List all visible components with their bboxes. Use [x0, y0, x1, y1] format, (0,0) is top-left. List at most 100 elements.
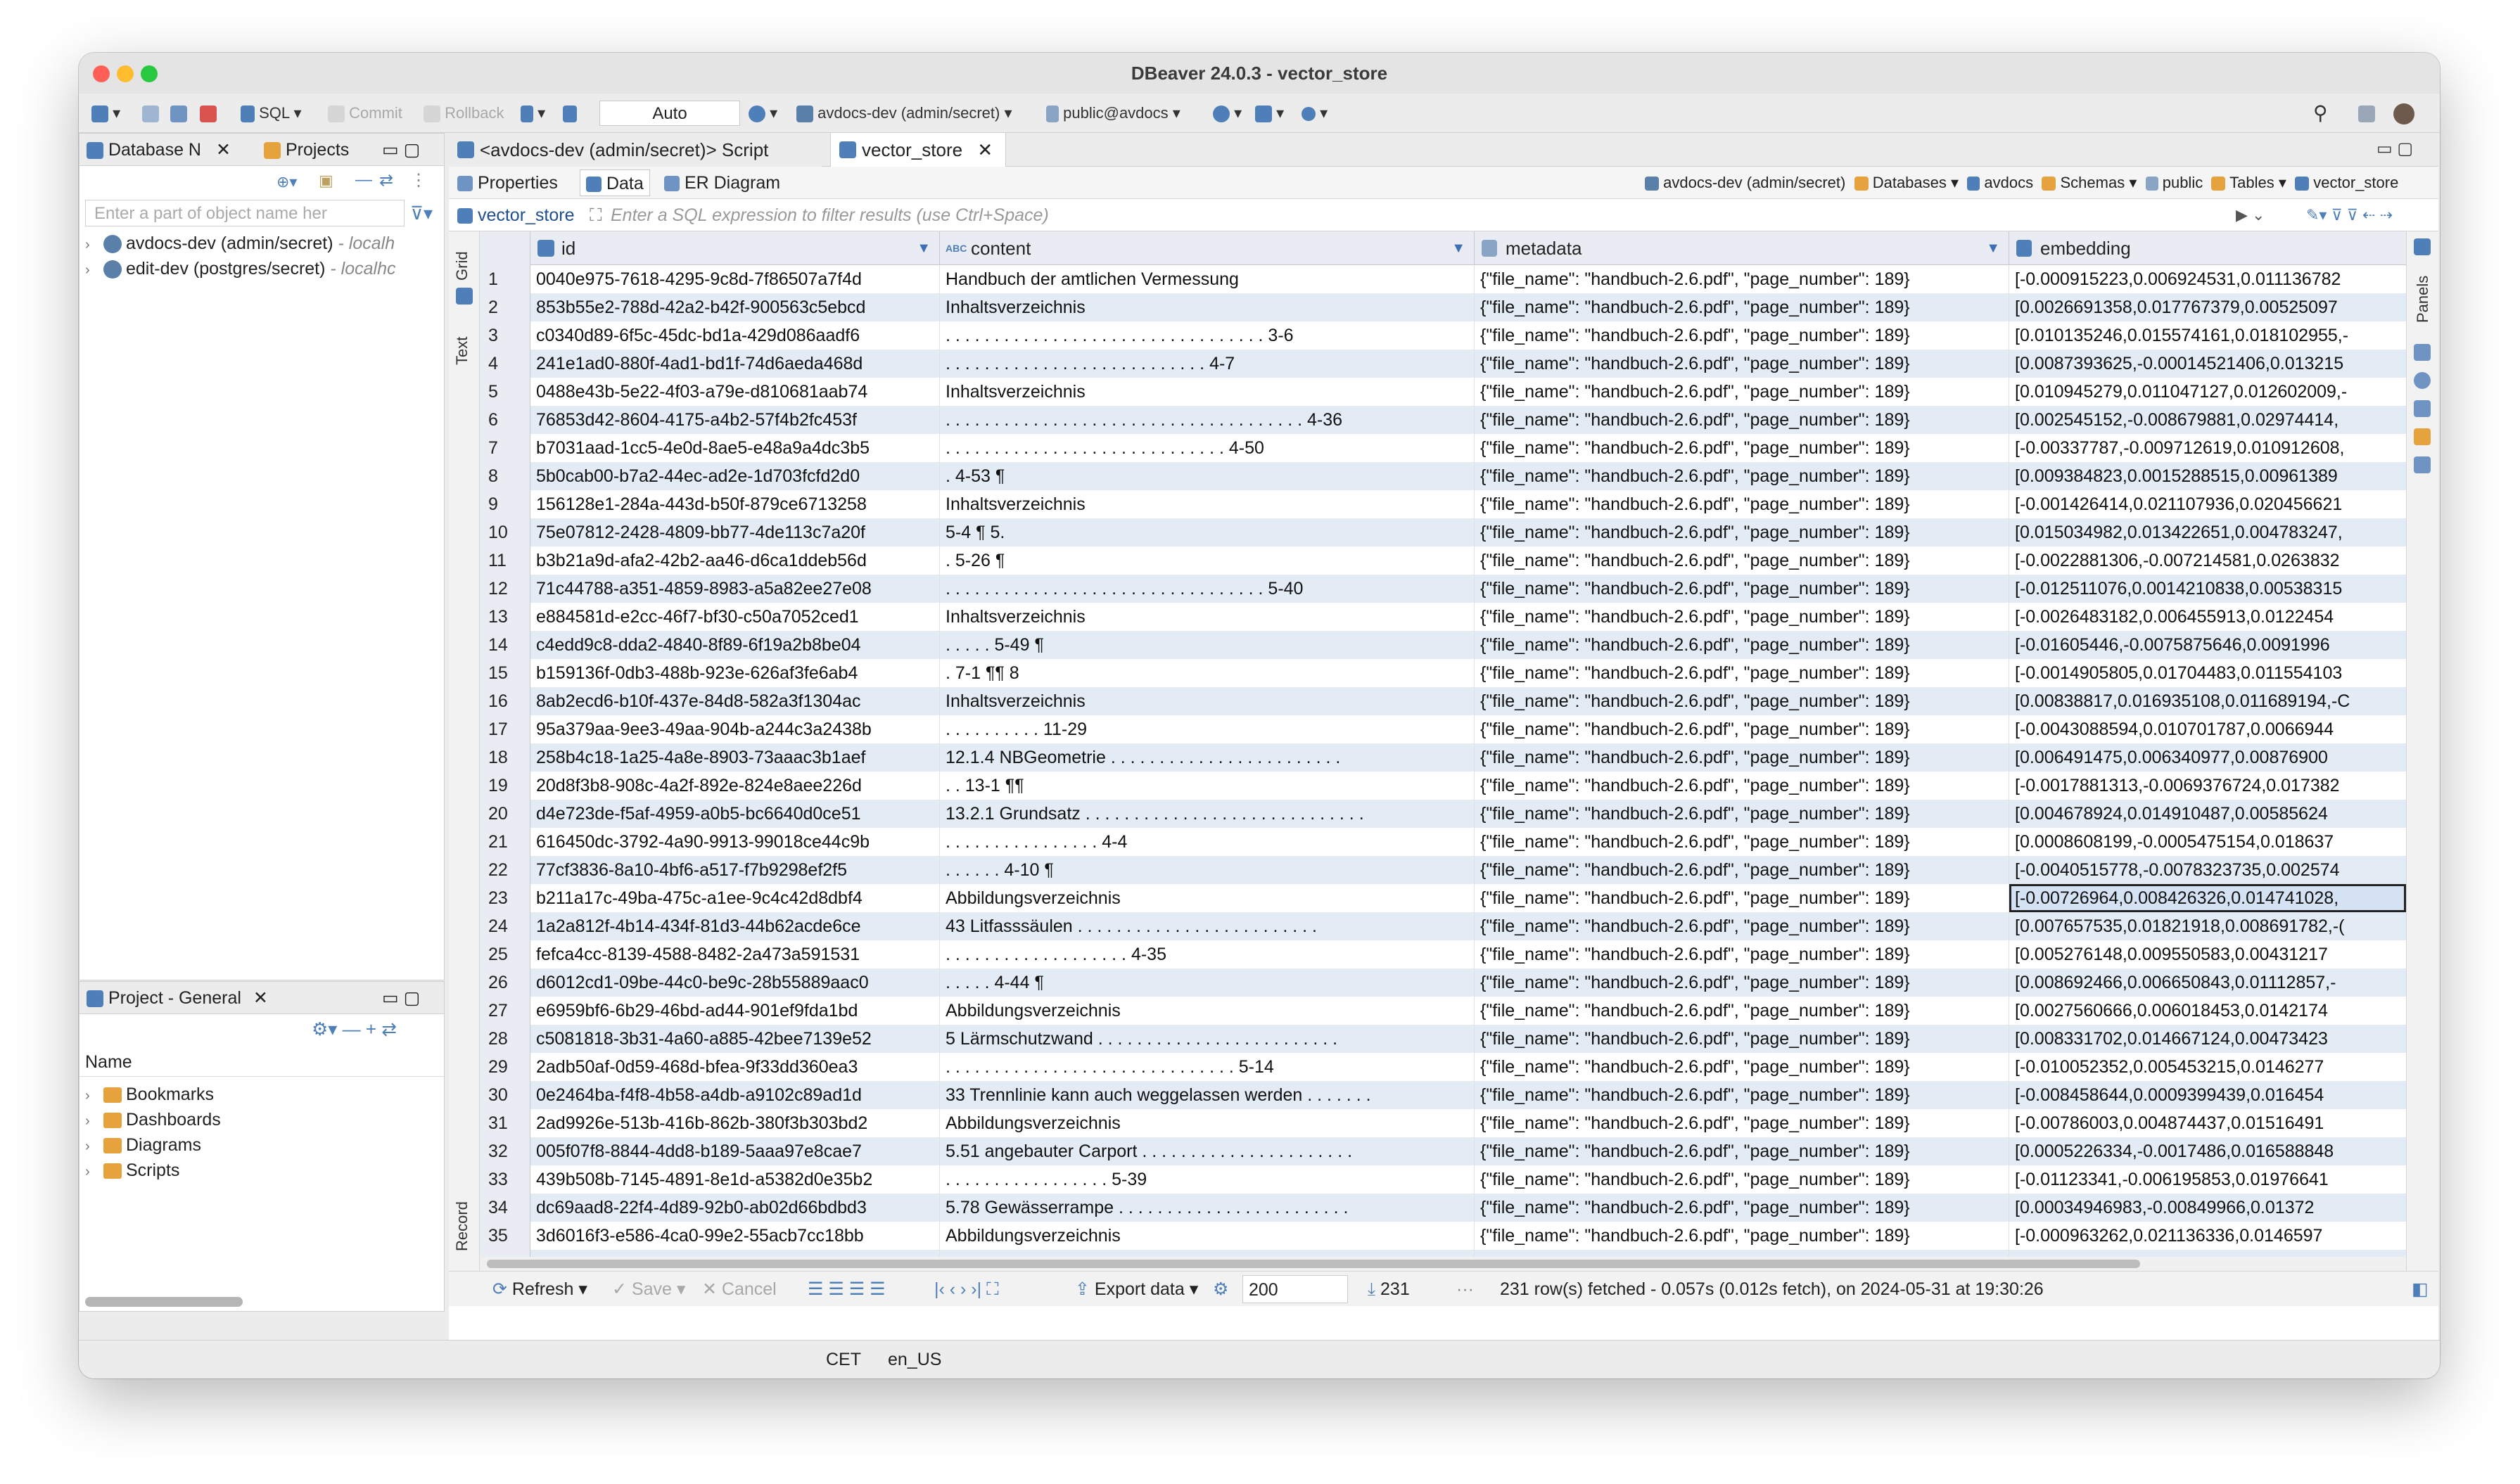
embedding-cell[interactable]: [-0.0022881306,-0.007214581,0.0263832	[2009, 546, 2406, 575]
id-cell[interactable]: 5b0cab00-b7a2-44ec-ad2e-1d703fcfd2d0	[530, 462, 940, 490]
embedding-cell[interactable]: [0.009384823,0.0015288515,0.00961389	[2009, 462, 2406, 490]
content-cell[interactable]: Inhaltsverzeichnis	[940, 293, 1475, 321]
table-row[interactable]: 29 2adb50af-0d59-468d-bfea-9f33dd360ea3. …	[480, 1053, 2406, 1081]
filter-tools-icons[interactable]: ✎▾ ⊽ ⊽ ⇠ ⇢	[2306, 199, 2393, 231]
content-cell[interactable]: 12.1.4 NBGeometrie . . . . . . . . . . .…	[940, 743, 1475, 772]
tab-sql-script[interactable]: <avdocs-dev (admin/secret)> Script	[449, 133, 822, 167]
id-cell[interactable]: 005f07f8-8844-4dd8-b189-5aaa97e8cae7	[530, 1137, 940, 1165]
id-cell[interactable]: c5081818-3b31-4a60-a885-42bee7139e52	[530, 1025, 940, 1053]
table-row[interactable]: 35 3d6016f3-e586-4ca0-99e2-55acb7cc18bb Ab…	[480, 1222, 2406, 1250]
chevron-right-icon[interactable]: ›	[85, 232, 103, 257]
panels-toggle[interactable]: Panels	[2414, 276, 2432, 323]
table-row[interactable]: 3 c0340d89-6f5c-45dc-bd1a-429d086aadf6. .…	[480, 321, 2406, 350]
sort-icon[interactable]: ▼	[1451, 231, 1465, 265]
embedding-cell[interactable]: [-0.001426414,0.021107936,0.020456621	[2009, 490, 2406, 518]
id-cell[interactable]: e884581d-e2cc-46f7-bf30-c50a7052ced1	[530, 603, 940, 631]
tree-item-connection[interactable]: › avdocs-dev (admin/secret) - localh	[85, 231, 396, 256]
chevron-right-icon[interactable]: ›	[85, 1083, 103, 1108]
tree-item-dashboards[interactable]: › Dashboards	[85, 1107, 221, 1132]
id-cell[interactable]: 0488e43b-5e22-4f03-a79e-d810681aab74	[530, 378, 940, 406]
metadata-cell[interactable]: {"file_name": "handbuch-2.6.pdf", "page_…	[1475, 856, 2009, 884]
embedding-cell[interactable]: [0.00034946983,-0.00849966,0.01372	[2009, 1194, 2406, 1222]
id-cell[interactable]: 241e1ad0-880f-4ad1-bd1f-74d6aeda468d	[530, 350, 940, 378]
table-row[interactable]: 28 c5081818-3b31-4a60-a885-42bee7139e52 5 …	[480, 1025, 2406, 1053]
content-cell[interactable]: . . . . . . . . . . . . . . . . . . . . …	[940, 321, 1475, 350]
metadata-cell[interactable]: {"file_name": "handbuch-2.6.pdf", "page_…	[1475, 321, 2009, 350]
content-cell[interactable]: . . . . . 5-49 ¶	[940, 631, 1475, 659]
metadata-cell[interactable]: {"file_name": "handbuch-2.6.pdf", "page_…	[1475, 546, 2009, 575]
refresh-button[interactable]: ⟳ Refresh ▾	[492, 1272, 587, 1307]
id-cell[interactable]: 71c44788-a351-4859-8983-a5a82ee27e08	[530, 575, 940, 603]
id-cell[interactable]: 2ad9926e-513b-416b-862b-380f3b303bd2	[530, 1109, 940, 1137]
cancel-button[interactable]: ✕ Cancel	[702, 1272, 777, 1307]
embedding-cell[interactable]: [-0.0043088594,0.010701787,0.0066944	[2009, 715, 2406, 743]
expand-filter-icon[interactable]: ⛶	[590, 199, 602, 231]
content-cell[interactable]: . . . . . . . . . . . . . . . . . . . . …	[940, 1053, 1475, 1081]
content-cell[interactable]: . . . . . . . . . . . . . . . . . . . . …	[940, 575, 1475, 603]
metadata-cell[interactable]: {"file_name": "handbuch-2.6.pdf", "page_…	[1475, 884, 2009, 912]
connect-button[interactable]	[142, 102, 159, 124]
table-row[interactable]: 1 0040e975-7618-4295-9c8d-7f86507a7f4d Han…	[480, 265, 2406, 293]
row-number-cell[interactable]: 13	[480, 603, 530, 631]
commit-button[interactable]: Commit	[328, 102, 402, 124]
id-cell[interactable]: 853b55e2-788d-42a2-b42f-900563c5ebcd	[530, 293, 940, 321]
row-number-cell[interactable]: 29	[480, 1053, 530, 1081]
row-number-cell[interactable]: 4	[480, 350, 530, 378]
horizontal-scrollbar[interactable]	[85, 1297, 243, 1307]
metadata-cell[interactable]: {"file_name": "handbuch-2.6.pdf", "page_…	[1475, 378, 2009, 406]
grid-icon[interactable]	[456, 288, 473, 305]
row-number-cell[interactable]: 32	[480, 1137, 530, 1165]
id-cell[interactable]: 439b508b-7145-4891-8e1d-a5382d0e35b2	[530, 1165, 940, 1194]
metadata-cell[interactable]: {"file_name": "handbuch-2.6.pdf", "page_…	[1475, 406, 2009, 434]
embedding-cell[interactable]: [-0.008458644,0.0009399439,0.016454	[2009, 1081, 2406, 1109]
sort-icon[interactable]: ▼	[1986, 231, 2000, 265]
embedding-cell[interactable]: [-0.012511076,0.0014210838,0.00538315	[2009, 575, 2406, 603]
metadata-cell[interactable]: {"file_name": "handbuch-2.6.pdf", "page_…	[1475, 1222, 2009, 1250]
disconnect-button[interactable]	[200, 102, 217, 124]
row-number-cell[interactable]: 33	[480, 1165, 530, 1194]
invalidate-button[interactable]	[170, 102, 187, 124]
table-row[interactable]: 8 5b0cab00-b7a2-44ec-ad2e-1d703fcfd2d0. 4…	[480, 462, 2406, 490]
table-row[interactable]: 19 20d8f3b8-908c-4a2f-892e-824e8aee226d. …	[480, 772, 2406, 800]
content-cell[interactable]: . 7-1 ¶¶ 8	[940, 659, 1475, 687]
table-row[interactable]: 22 77cf3836-8a10-4bf6-a517-f7b9298ef2f5. …	[480, 856, 2406, 884]
history-button[interactable]: ▾	[749, 102, 777, 124]
metadata-cell[interactable]: {"file_name": "handbuch-2.6.pdf", "page_…	[1475, 912, 2009, 940]
fetch-size-input[interactable]: 200	[1242, 1275, 1348, 1303]
row-number-cell[interactable]: 8	[480, 462, 530, 490]
table-row[interactable]: 14 c4edd9c8-dda2-4840-8f89-6f19a2b8be04. …	[480, 631, 2406, 659]
table-row[interactable]: 2 853b55e2-788d-42a2-b42f-900563c5ebcd Inh…	[480, 293, 2406, 321]
zoom-window-button[interactable]	[141, 65, 158, 82]
rollback-button[interactable]: Rollback	[424, 102, 504, 124]
add-icon[interactable]: +	[366, 1018, 376, 1040]
embedding-cell[interactable]: [0.008331702,0.014667124,0.00473423	[2009, 1025, 2406, 1053]
table-row[interactable]: 16 8ab2ecd6-b10f-437e-84d8-582a3f1304ac In…	[480, 687, 2406, 715]
table-row[interactable]: 20 d4e723de-f5af-4959-a0b5-bc6640d0ce51 13…	[480, 800, 2406, 828]
row-number-cell[interactable]: 5	[480, 378, 530, 406]
search-button[interactable]: ▾	[1302, 102, 1328, 124]
view-menu-icon[interactable]: ⋮	[410, 170, 427, 191]
embedding-cell[interactable]: [0.015034982,0.013422651,0.004783247,	[2009, 518, 2406, 546]
erd-button[interactable]: ▾	[1255, 102, 1284, 124]
grouping-icon[interactable]	[2414, 428, 2431, 445]
new-folder-icon[interactable]: ▣	[319, 172, 333, 190]
id-cell[interactable]: 3d6016f3-e586-4ca0-99e2-55acb7cc18bb	[530, 1222, 940, 1250]
content-cell[interactable]: . . . . . 4-44 ¶	[940, 968, 1475, 997]
row-number-cell[interactable]: 9	[480, 490, 530, 518]
minimize-panel-button[interactable]: ▭ ▢	[382, 134, 420, 166]
apply-filter-icon[interactable]: ▶ ⌄	[2236, 199, 2265, 231]
text-view-toggle[interactable]: Text	[453, 337, 471, 365]
row-number-cell[interactable]: 16	[480, 687, 530, 715]
table-row[interactable]: 34 dc69aad8-22f4-4d89-92b0-ab02d66bdbd3 5.…	[480, 1194, 2406, 1222]
row-number-cell[interactable]: 31	[480, 1109, 530, 1137]
embedding-cell[interactable]: [-0.000963262,0.021136336,0.0146597	[2009, 1222, 2406, 1250]
metadata-cell[interactable]: {"file_name": "handbuch-2.6.pdf", "page_…	[1475, 265, 2009, 293]
embedding-cell[interactable]: [0.002545152,-0.008679881,0.02974414,	[2009, 406, 2406, 434]
metadata-cell[interactable]: {"file_name": "handbuch-2.6.pdf", "page_…	[1475, 631, 2009, 659]
id-cell[interactable]: 616450dc-3792-4a90-9913-99018ce44c9b	[530, 828, 940, 856]
id-cell[interactable]: 77cf3836-8a10-4bf6-a517-f7b9298ef2f5	[530, 856, 940, 884]
metadata-cell[interactable]: {"file_name": "handbuch-2.6.pdf", "page_…	[1475, 1137, 2009, 1165]
row-number-cell[interactable]: 1	[480, 265, 530, 293]
link-icon[interactable]: ⇄	[381, 1018, 397, 1040]
metadata-cell[interactable]: {"file_name": "handbuch-2.6.pdf", "page_…	[1475, 828, 2009, 856]
